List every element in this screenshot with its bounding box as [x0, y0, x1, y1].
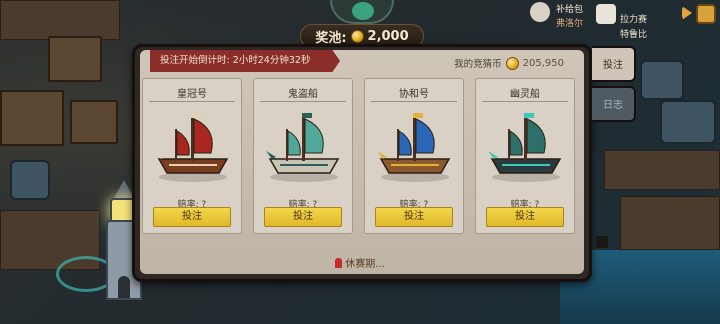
concord-ship-icon: [377, 113, 451, 182]
ship-name: 鬼盗船: [288, 89, 318, 100]
bet-button-phantom[interactable]: 投注: [486, 207, 564, 227]
ghost-pirate-ship-icon: [266, 113, 340, 182]
bet-countdown-banner: 投注开始倒计时: 2小时24分钟32秒: [150, 50, 340, 72]
barrel: [640, 60, 684, 100]
alert-icon: [335, 258, 343, 268]
barrel: [10, 160, 50, 200]
divider: [482, 101, 568, 102]
crate: [48, 36, 102, 82]
balance-label: 我的竞猜币: [454, 59, 502, 70]
barrel: [660, 100, 716, 144]
balance-value: 205,950: [522, 57, 564, 69]
ship-name: 皇冠号: [177, 89, 207, 100]
event-sublabel: 特鲁比: [620, 30, 648, 40]
dock-plank: [620, 196, 720, 250]
supply-pack-label: 补给包: [556, 5, 584, 15]
dock-plank: [604, 150, 720, 190]
panel-corner-icon: [596, 236, 608, 248]
ship-card-phantom: 幽灵船 赔率: ? 投注: [475, 78, 575, 234]
gift-icon[interactable]: [696, 4, 716, 24]
supply-pack-icon[interactable]: [530, 2, 550, 22]
ship-event-icon[interactable]: [596, 4, 616, 24]
season-status: 休赛期...: [0, 255, 720, 270]
season-status-text: 休赛期...: [345, 259, 385, 270]
divider: [260, 101, 346, 102]
lighthouse-cap: [114, 180, 134, 198]
supply-pack-sublabel: 弗洛尔: [556, 19, 584, 29]
ship-card-concord: 协和号 赔率: ? 投注: [364, 78, 464, 234]
divider: [149, 101, 235, 102]
crown-ship-icon: [155, 113, 229, 182]
phantom-ship-icon: [488, 113, 562, 182]
crate: [70, 100, 118, 144]
tab-bet[interactable]: 投注: [592, 46, 636, 82]
ship-name: 幽灵船: [510, 89, 540, 100]
lighthouse-door: [118, 276, 130, 298]
bet-coin-icon: [505, 56, 519, 70]
bet-button-crown[interactable]: 投注: [153, 207, 231, 227]
dock-plank: [0, 0, 120, 40]
prize-pool-value: 2,000: [367, 28, 409, 44]
bet-coin-balance: 我的竞猜币 205,950: [454, 56, 564, 70]
event-label: 拉力赛: [620, 15, 648, 25]
bet-button-concord[interactable]: 投注: [375, 207, 453, 227]
ship-name: 协和号: [399, 89, 429, 100]
ship-card-ghost-pirate: 鬼盗船 赔率: ? 投注: [253, 78, 353, 234]
divider: [371, 101, 457, 102]
ship-card-crown: 皇冠号 赔率: ? 投注: [142, 78, 242, 234]
arrow-right-icon[interactable]: [682, 6, 692, 20]
prize-pool-label: 奖池:: [315, 30, 347, 46]
top-right-hud: 补给包 弗洛尔 拉力赛 特鲁比: [520, 0, 720, 40]
crate: [0, 90, 64, 146]
coin-icon: [350, 29, 364, 43]
bet-button-ghost-pirate[interactable]: 投注: [264, 207, 342, 227]
tab-log[interactable]: 日志: [592, 86, 636, 122]
